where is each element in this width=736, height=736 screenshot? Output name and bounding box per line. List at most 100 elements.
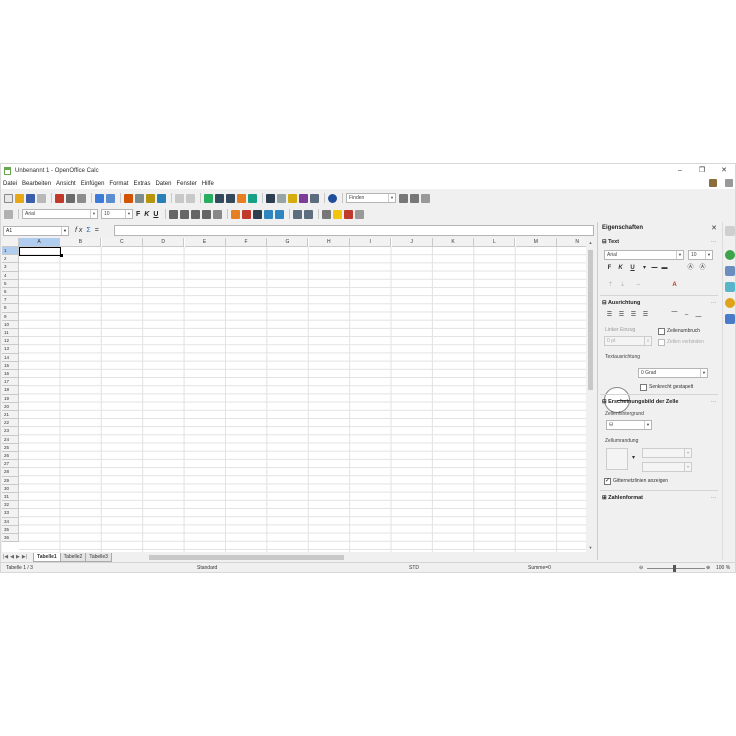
row-header-27[interactable]: 27 xyxy=(2,460,19,469)
font-size-combo[interactable]: 10 ▼ xyxy=(101,209,133,219)
row-header-17[interactable]: 17 xyxy=(2,378,19,387)
justify-icon[interactable] xyxy=(202,209,212,219)
row-header-6[interactable]: 6 xyxy=(2,288,19,297)
chevron-down-icon[interactable]: ▼ xyxy=(644,421,651,429)
properties-icon[interactable] xyxy=(725,250,735,260)
row-header-35[interactable]: 35 xyxy=(2,525,19,534)
row-header-29[interactable]: 29 xyxy=(2,476,19,485)
borders-icon[interactable] xyxy=(322,209,332,219)
menu-extras[interactable]: Extras xyxy=(133,181,150,187)
more-options-icon[interactable]: ⋯ xyxy=(711,399,716,405)
row-header-7[interactable]: 7 xyxy=(2,296,19,305)
merge-cells-checkbox[interactable] xyxy=(658,339,665,346)
row-header-2[interactable]: 2 xyxy=(2,255,19,264)
styles-icon[interactable] xyxy=(4,209,13,219)
zoom-icon[interactable] xyxy=(310,193,319,203)
row-header-26[interactable]: 26 xyxy=(2,452,19,461)
find-replace-icon[interactable] xyxy=(266,193,275,203)
cell-border-picker[interactable] xyxy=(606,448,628,470)
menu-hilfe[interactable]: Hilfe xyxy=(202,181,214,187)
print-icon[interactable] xyxy=(66,193,75,203)
gallery-deck-icon[interactable] xyxy=(725,282,735,292)
draw-functions-icon[interactable] xyxy=(248,193,257,203)
print-preview-icon[interactable] xyxy=(77,193,86,203)
select-all-corner[interactable] xyxy=(2,238,19,247)
font-color-icon[interactable] xyxy=(344,209,354,219)
find-previous-icon[interactable] xyxy=(410,193,419,203)
rotation-combo[interactable]: 0 Grad ▼ xyxy=(638,368,708,378)
formula-input[interactable] xyxy=(114,225,594,236)
column-header-m[interactable]: M xyxy=(515,238,557,247)
chevron-down-icon[interactable]: ▼ xyxy=(90,210,97,218)
row-header-33[interactable]: 33 xyxy=(2,509,19,518)
styles-deck-icon[interactable] xyxy=(725,266,735,276)
page-style[interactable]: Standard xyxy=(197,563,217,572)
wrap-text-checkbox[interactable] xyxy=(658,328,665,335)
help-icon[interactable] xyxy=(328,193,337,203)
increase-font-icon[interactable]: Ⓐ xyxy=(686,264,695,273)
navigator-deck-icon[interactable] xyxy=(725,298,735,308)
vertical-scroll-thumb[interactable] xyxy=(588,250,593,390)
row-header-4[interactable]: 4 xyxy=(2,271,19,280)
row-header-16[interactable]: 16 xyxy=(2,370,19,379)
font-name-combo[interactable]: Arial ▼ xyxy=(22,209,98,219)
previous-sheet-icon[interactable]: ◀ xyxy=(10,554,14,560)
row-header-12[interactable]: 12 xyxy=(2,337,19,346)
row-header-13[interactable]: 13 xyxy=(2,345,19,354)
column-header-g[interactable]: G xyxy=(267,238,309,247)
clone-formatting-icon[interactable] xyxy=(157,193,166,203)
last-sheet-icon[interactable]: ▶| xyxy=(22,554,27,560)
chevron-down-icon[interactable]: ▾ xyxy=(684,449,691,457)
row-header-8[interactable]: 8 xyxy=(2,304,19,313)
chevron-down-icon[interactable]: ▼ xyxy=(388,194,395,202)
chart-icon[interactable] xyxy=(237,193,246,203)
delete-decimal-icon[interactable] xyxy=(275,209,285,219)
percent-format-icon[interactable] xyxy=(242,209,252,219)
background-color-icon[interactable] xyxy=(333,209,343,219)
merge-cells-icon[interactable] xyxy=(213,209,223,219)
navigator-icon[interactable] xyxy=(277,193,286,203)
row-header-5[interactable]: 5 xyxy=(2,279,19,288)
column-header-d[interactable]: D xyxy=(143,238,185,247)
zoom-in-icon[interactable]: ⊕ xyxy=(706,563,710,572)
underline-button[interactable]: U xyxy=(153,211,158,218)
chevron-down-icon[interactable]: ▾ xyxy=(629,454,638,463)
sidebar-font-name[interactable]: Arial ▼ xyxy=(604,250,684,260)
column-header-l[interactable]: L xyxy=(474,238,516,247)
menu-bearbeiten[interactable]: Bearbeiten xyxy=(22,181,51,187)
redo-icon[interactable] xyxy=(186,193,195,203)
section-cell-appearance-title[interactable]: ⊟ Erscheinungsbild der Zelle xyxy=(602,399,678,405)
save-icon[interactable] xyxy=(26,193,35,203)
section-number-format-title[interactable]: ⊞ Zahlenformat xyxy=(602,495,643,501)
spreadsheet-grid[interactable]: ABCDEFGHIJKLMN 1 2 3 4 5 6 7 8 9 10 11 12 13 14 15 16 17… xyxy=(2,238,586,552)
row-header-28[interactable]: 28 xyxy=(2,468,19,477)
toolbar-options-icon[interactable] xyxy=(355,209,365,219)
sum-icon[interactable]: Σ xyxy=(86,227,90,234)
open-folder-icon[interactable] xyxy=(15,193,24,203)
section-text-title[interactable]: ⊟ Text xyxy=(602,239,619,245)
datasources-icon[interactable] xyxy=(299,193,308,203)
scroll-up-icon[interactable]: ▲ xyxy=(586,238,595,247)
row-header-30[interactable]: 30 xyxy=(2,484,19,493)
sheet-tab-tabelle1[interactable]: Tabelle1 xyxy=(33,552,61,562)
row-header-14[interactable]: 14 xyxy=(2,353,19,362)
superscript-icon[interactable]: ⇡ xyxy=(606,281,615,290)
stacked-checkbox[interactable] xyxy=(640,384,647,391)
scroll-down-icon[interactable]: ▼ xyxy=(586,543,595,552)
chevron-down-icon[interactable]: ▼ xyxy=(705,251,712,259)
gallery-icon[interactable] xyxy=(288,193,297,203)
row-header-23[interactable]: 23 xyxy=(2,427,19,436)
standard-format-icon[interactable] xyxy=(253,209,263,219)
row-header-10[interactable]: 10 xyxy=(2,320,19,329)
sidebar-font-size[interactable]: 10 ▼ xyxy=(688,250,713,260)
quickstart-icon[interactable] xyxy=(709,179,717,187)
bold-button[interactable]: F xyxy=(136,211,140,218)
align-left-icon[interactable] xyxy=(169,209,179,219)
row-header-1[interactable]: 1 xyxy=(2,247,19,256)
currency-format-icon[interactable] xyxy=(231,209,241,219)
menu-format[interactable]: Format xyxy=(109,181,128,187)
vertical-scrollbar[interactable]: ▲ ▼ xyxy=(586,238,595,552)
add-decimal-icon[interactable] xyxy=(264,209,274,219)
paste-icon[interactable] xyxy=(146,193,155,203)
sheet-tab-tabelle3[interactable]: Tabelle3 xyxy=(85,552,112,562)
